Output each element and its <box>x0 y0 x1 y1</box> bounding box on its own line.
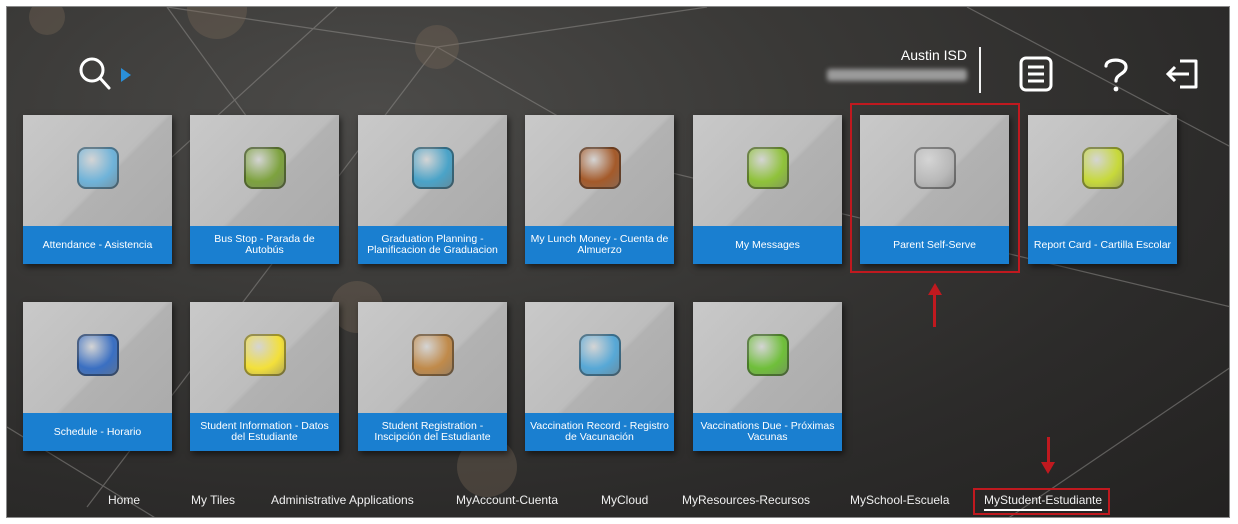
nav-myresources[interactable]: MyResources-Recursos <box>682 491 810 509</box>
header-divider <box>979 47 981 93</box>
tile-my-messages[interactable]: My Messages <box>693 115 842 264</box>
help-icon <box>1104 58 1128 92</box>
nav-my-tiles[interactable]: My Tiles <box>191 491 235 509</box>
logout-icon <box>1165 59 1198 89</box>
tile-label: Graduation Planning - Planificacion de G… <box>358 226 507 264</box>
help-button[interactable] <box>1095 53 1137 95</box>
nav-administrative-applications[interactable]: Administrative Applications <box>271 491 414 509</box>
nav-myaccount[interactable]: MyAccount-Cuenta <box>456 491 558 509</box>
tile-vaccinations-due[interactable]: Vaccinations Due - Próximas Vacunas <box>693 302 842 451</box>
megaphone-icon <box>746 147 789 189</box>
id-card-icon <box>243 334 286 376</box>
family-icon <box>76 147 119 189</box>
tile-label: Attendance - Asistencia <box>23 226 172 264</box>
portal-frame: Austin ISD Attendance - Asistencia Bus S… <box>6 6 1230 518</box>
tile-label: My Messages <box>693 226 842 264</box>
tile-student-information[interactable]: Student Information - Datos del Estudian… <box>190 302 339 451</box>
arrow-down-head <box>1041 462 1055 474</box>
nav-myschool[interactable]: MySchool-Escuela <box>850 491 949 509</box>
tile-lunch-money[interactable]: My Lunch Money - Cuenta de Almuerzo <box>525 115 674 264</box>
menu-list-icon <box>1019 56 1053 92</box>
tile-label: Schedule - Horario <box>23 413 172 451</box>
school-bus-icon <box>243 147 286 189</box>
tile-schedule[interactable]: Schedule - Horario <box>23 302 172 451</box>
tile-report-card[interactable]: Report Card - Cartilla Escolar <box>1028 115 1177 264</box>
nav-mycloud[interactable]: MyCloud <box>601 491 648 509</box>
vaccine-record-icon <box>578 334 621 376</box>
menu-list-button[interactable] <box>1015 53 1057 95</box>
money-icon <box>578 147 621 189</box>
tile-bus-stop[interactable]: Bus Stop - Parada de Autobús <box>190 115 339 264</box>
user-name-redacted <box>819 67 967 83</box>
tile-label: Vaccinations Due - Próximas Vacunas <box>693 413 842 451</box>
nav-home[interactable]: Home <box>108 491 140 509</box>
student-icon <box>411 334 454 376</box>
arrow-down-shaft <box>1047 437 1050 463</box>
logout-button[interactable] <box>1163 53 1205 95</box>
tile-label: Student Information - Datos del Estudian… <box>190 413 339 451</box>
tile-graduation-planning[interactable]: Graduation Planning - Planificacion de G… <box>358 115 507 264</box>
tile-attendance[interactable]: Attendance - Asistencia <box>23 115 172 264</box>
tile-label: Report Card - Cartilla Escolar <box>1028 226 1177 264</box>
abc-icon <box>1081 147 1124 189</box>
tile-vaccination-record[interactable]: Vaccination Record - Registro de Vacunac… <box>525 302 674 451</box>
highlight-box-parent-self-serve <box>850 103 1020 273</box>
search-button[interactable] <box>77 55 147 95</box>
tile-label: Vaccination Record - Registro de Vacunac… <box>525 413 674 451</box>
syringe-icon <box>746 334 789 376</box>
tile-label: My Lunch Money - Cuenta de Almuerzo <box>525 226 674 264</box>
graduation-cap-icon <box>411 147 454 189</box>
tile-student-registration[interactable]: Student Registration - Inscipción del Es… <box>358 302 507 451</box>
tile-label: Bus Stop - Parada de Autobús <box>190 226 339 264</box>
search-icon <box>79 57 131 90</box>
arrow-up-shaft <box>933 293 936 327</box>
tile-label: Student Registration - Inscipción del Es… <box>358 413 507 451</box>
highlight-box-mystudent <box>973 488 1110 515</box>
organization-name: Austin ISD <box>900 47 967 63</box>
clock-icon <box>76 334 119 376</box>
